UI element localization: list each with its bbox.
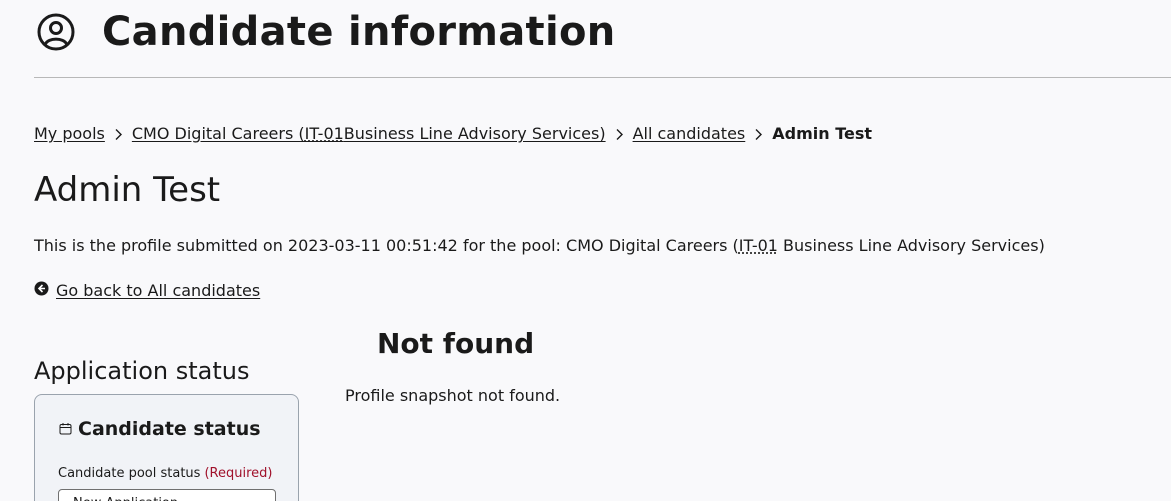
not-found-heading: Not found [377, 327, 535, 360]
candidate-status-title: Candidate status [59, 417, 261, 441]
chevron-right-icon [606, 123, 633, 145]
required-indicator: (Required) [204, 466, 273, 481]
back-to-candidates-link[interactable]: Go back to All candidates [34, 280, 260, 302]
candidate-status-card: Candidate status Candidate pool status (R… [34, 394, 299, 501]
pool-classification-abbr: IT-01 [738, 236, 778, 255]
candidate-pool-status-label: Candidate pool status (Required) [58, 465, 272, 483]
application-status-heading: Application status [34, 357, 250, 385]
breadcrumb-all-candidates[interactable]: All candidates [633, 123, 746, 145]
card-title-label: Candidate status [78, 418, 261, 440]
profile-description: This is the profile submitted on 2023-03… [34, 235, 1045, 257]
breadcrumb-pool[interactable]: CMO Digital Careers (IT-01Business Line … [132, 123, 606, 145]
calendar-icon [59, 417, 78, 441]
breadcrumb: My pools CMO Digital Careers (IT-01Busin… [34, 123, 872, 145]
candidate-pool-status-select[interactable]: New Application [58, 489, 276, 501]
candidate-name-heading: Admin Test [34, 170, 221, 210]
field-label-text: Candidate pool status [58, 466, 201, 481]
chevron-right-icon [105, 123, 132, 145]
user-circle-icon [37, 13, 75, 51]
breadcrumb-my-pools[interactable]: My pools [34, 123, 105, 145]
pool-classification-abbr: IT-01 [304, 124, 344, 143]
page-header: Candidate information [34, 0, 1171, 78]
page: Candidate information My pools CMO Digit… [0, 0, 1171, 501]
breadcrumb-pool-prefix: CMO Digital Careers ( [131, 124, 305, 143]
page-title: Candidate information [102, 9, 616, 55]
not-found-message: Profile snapshot not found. [345, 386, 561, 405]
chevron-right-icon [745, 123, 772, 145]
back-link-label: Go back to All candidates [56, 281, 261, 300]
breadcrumb-current: Admin Test [772, 124, 873, 143]
profile-description-prefix: This is the profile submitted on 2023-03… [34, 236, 739, 255]
arrow-left-circle-icon [34, 280, 56, 302]
profile-description-suffix: Business Line Advisory Services) [777, 236, 1045, 255]
breadcrumb-pool-suffix: Business Line Advisory Services) [343, 124, 606, 143]
